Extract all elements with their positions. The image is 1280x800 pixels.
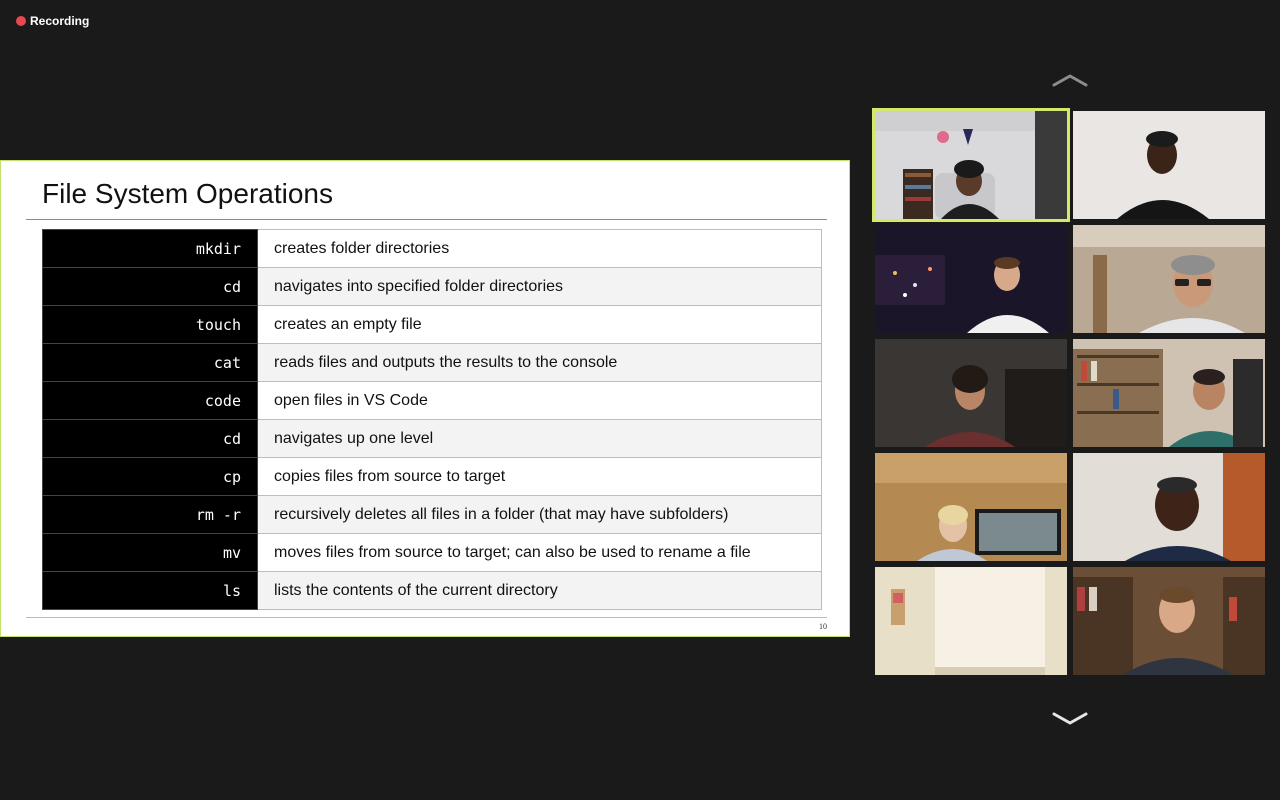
description-cell: creates an empty file: [257, 305, 822, 344]
description-cell: lists the contents of the current direct…: [257, 571, 822, 610]
participant-video: [1073, 111, 1265, 219]
command-cell: code: [42, 381, 258, 420]
table-row: ls lists the contents of the current dire…: [42, 571, 822, 610]
command-cell: cat: [42, 343, 258, 382]
shared-slide: File System Operations mkdir creates fold…: [0, 160, 850, 637]
description-cell: copies files from source to target: [257, 457, 822, 496]
video-tile-4[interactable]: [1073, 225, 1265, 333]
table-row: code open files in VS Code: [42, 381, 822, 420]
participant-video: [875, 225, 1067, 333]
recording-dot-icon: [16, 16, 26, 26]
description-cell: open files in VS Code: [257, 381, 822, 420]
video-tile-9[interactable]: [875, 567, 1067, 675]
description-cell: moves files from source to target; can a…: [257, 533, 822, 572]
video-tile-7[interactable]: [875, 453, 1067, 561]
video-tile-10[interactable]: [1073, 567, 1265, 675]
table-row: rm -r recursively deletes all files in a …: [42, 495, 822, 534]
command-cell: ls: [42, 571, 258, 610]
slide-title: File System Operations: [42, 178, 333, 209]
description-cell: navigates into specified folder director…: [257, 267, 822, 306]
gallery-scroll-down-button[interactable]: [1051, 711, 1089, 727]
description-cell: navigates up one level: [257, 419, 822, 458]
video-tile-3[interactable]: [875, 225, 1067, 333]
recording-label: Recording: [30, 14, 90, 28]
video-tile-2[interactable]: [1073, 111, 1265, 219]
table-row: cat reads files and outputs the results t…: [42, 343, 822, 382]
participant-video: [875, 111, 1067, 219]
participant-video: [875, 453, 1067, 561]
video-tile-8[interactable]: [1073, 453, 1265, 561]
participant-video: [1073, 567, 1265, 675]
participant-video: [875, 339, 1067, 447]
command-cell: rm -r: [42, 495, 258, 534]
table-row: mkdir creates folder directories: [42, 229, 822, 268]
command-cell: cd: [42, 267, 258, 306]
description-cell: creates folder directories: [257, 229, 822, 268]
command-cell: mkdir: [42, 229, 258, 268]
video-tile-1[interactable]: [872, 108, 1070, 222]
video-tile-6[interactable]: [1073, 339, 1265, 447]
table-row: cp copies files from source to target: [42, 457, 822, 496]
table-row: cd navigates up one level: [42, 419, 822, 458]
participant-video: [1073, 453, 1265, 561]
command-cell: cd: [42, 419, 258, 458]
table-row: touch creates an empty file: [42, 305, 822, 344]
command-cell: cp: [42, 457, 258, 496]
description-cell: reads files and outputs the results to t…: [257, 343, 822, 382]
command-cell: mv: [42, 533, 258, 572]
participant-video: [1073, 225, 1265, 333]
recording-indicator[interactable]: Recording: [16, 13, 89, 29]
description-cell: recursively deletes all files in a folde…: [257, 495, 822, 534]
command-cell: touch: [42, 305, 258, 344]
title-divider: [26, 219, 827, 220]
commands-table: mkdir creates folder directories cd navigat…: [42, 229, 822, 610]
participant-video: [1073, 339, 1265, 447]
gallery-scroll-up-button[interactable]: [1051, 72, 1089, 88]
participant-video: [875, 567, 1067, 675]
table-row: cd navigates into specified folder direct…: [42, 267, 822, 306]
footer-divider: [26, 617, 827, 618]
chevron-up-icon: [1052, 74, 1088, 87]
video-tile-5[interactable]: [875, 339, 1067, 447]
slide-page-number: 10: [819, 622, 827, 631]
chevron-down-icon: [1052, 712, 1088, 725]
table-row: mv moves files from source to target; can…: [42, 533, 822, 572]
